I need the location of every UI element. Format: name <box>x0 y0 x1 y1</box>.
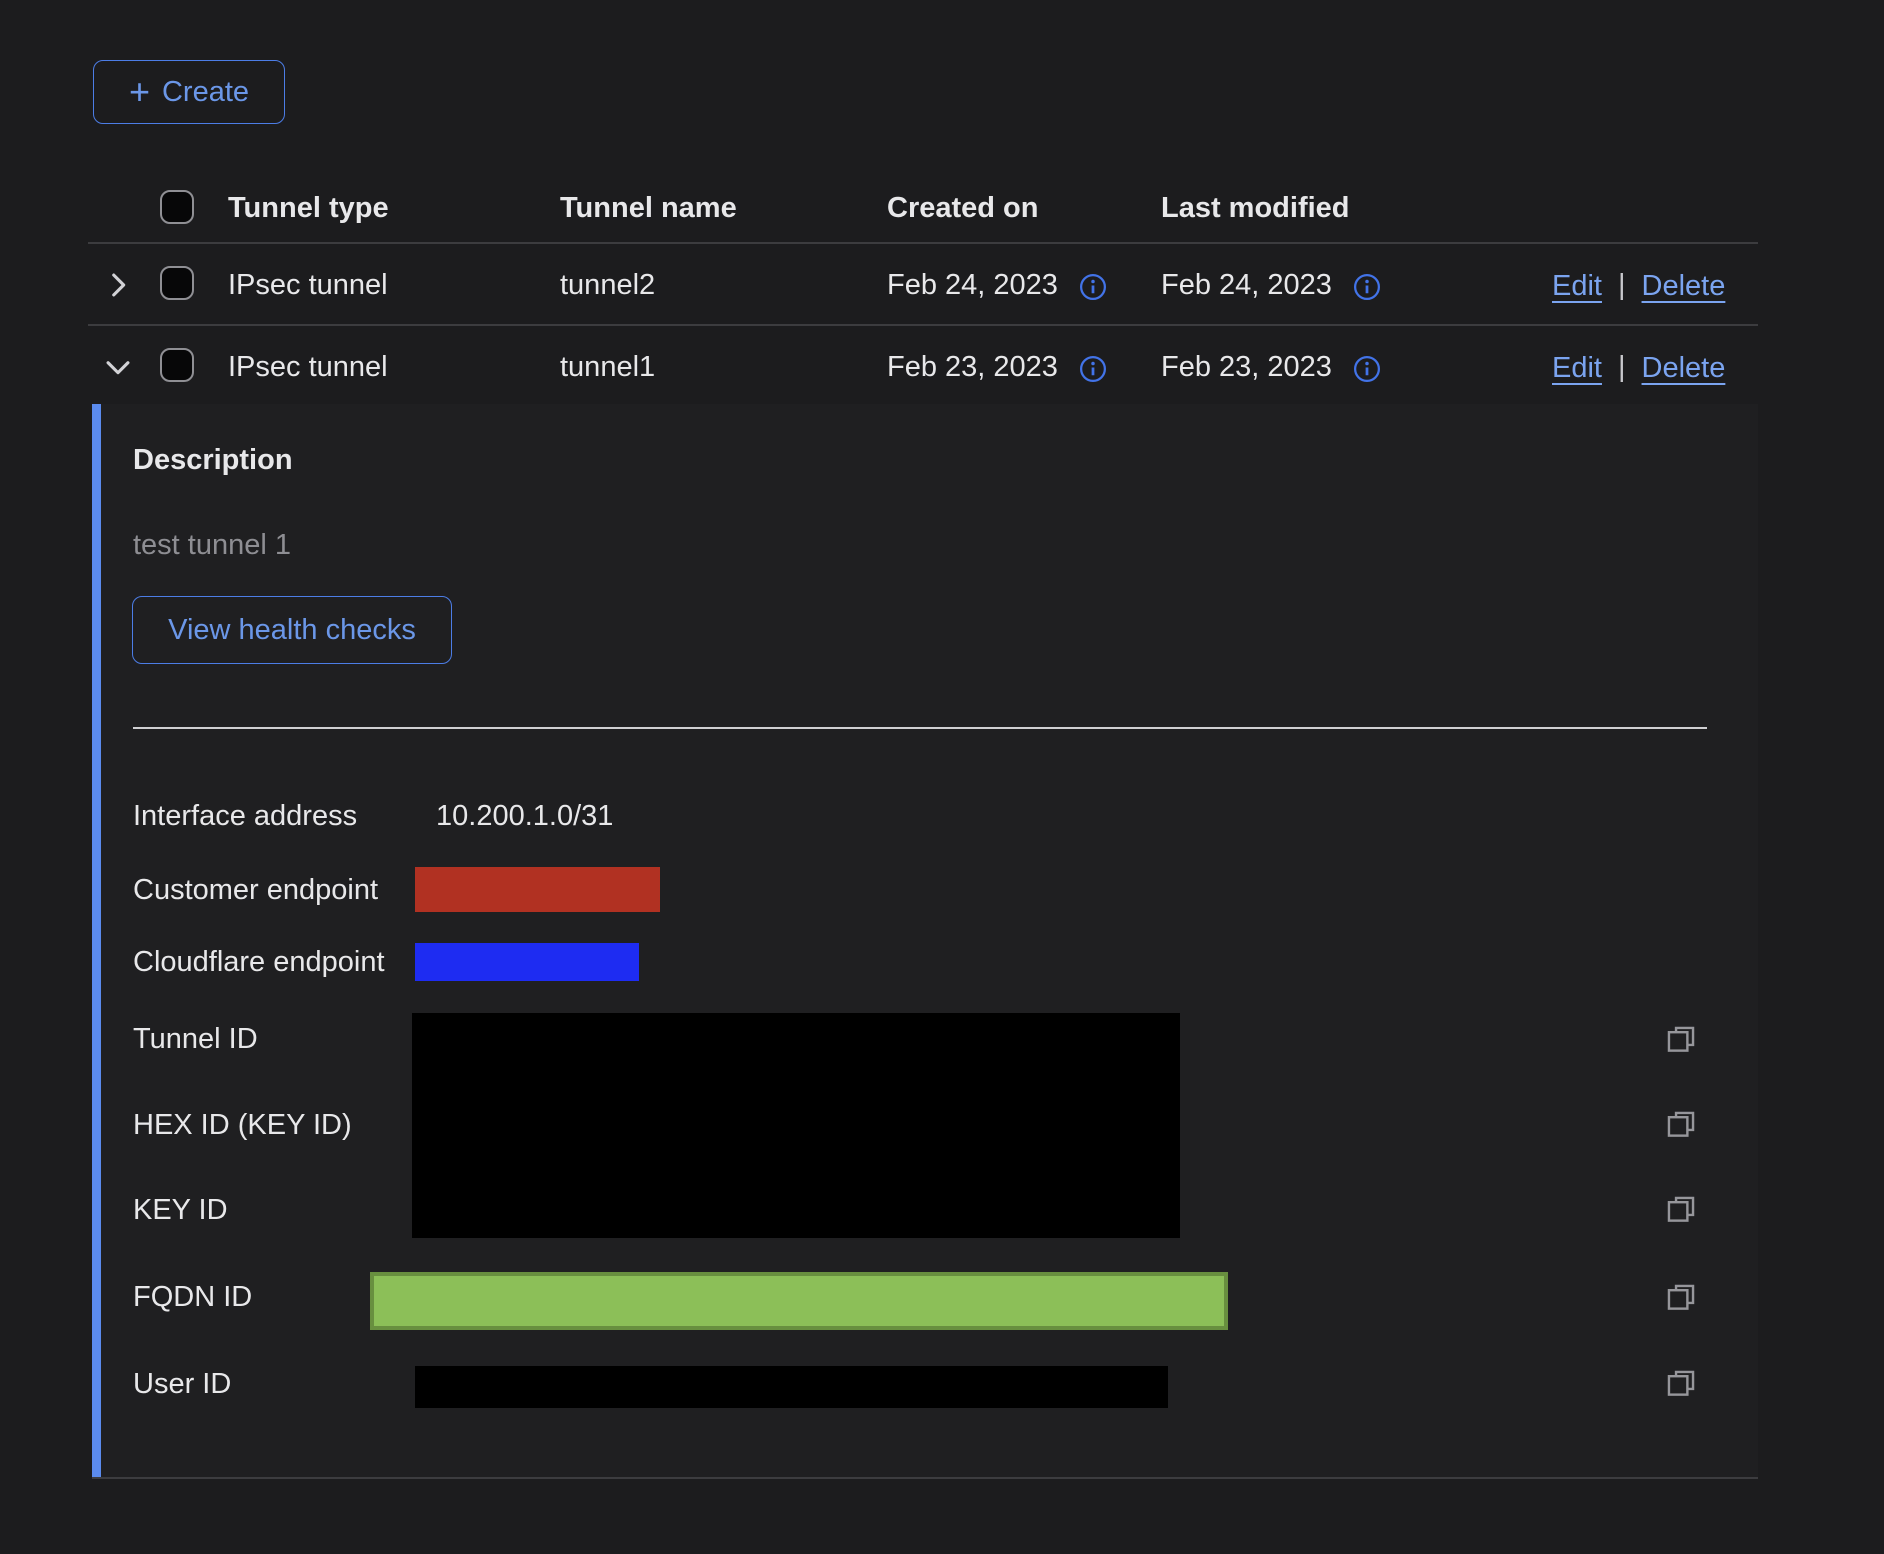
header-divider <box>88 242 1758 244</box>
delete-link[interactable]: Delete <box>1642 352 1726 384</box>
description-value: test tunnel 1 <box>133 529 291 561</box>
delete-link[interactable]: Delete <box>1642 270 1726 302</box>
row-checkbox[interactable] <box>160 266 194 300</box>
tunnel-type-cell: IPsec tunnel <box>228 351 388 383</box>
created-info-icon[interactable] <box>1078 354 1108 384</box>
collapse-chevron-down-icon[interactable] <box>101 350 135 384</box>
create-button-label: Create <box>162 76 249 109</box>
user-id-redaction <box>415 1366 1168 1408</box>
created-info-icon[interactable] <box>1078 272 1108 302</box>
modified-info-icon[interactable] <box>1352 354 1382 384</box>
tunnel-type-cell: IPsec tunnel <box>228 269 388 301</box>
created-on-cell: Feb 23, 2023 <box>887 351 1058 383</box>
edit-link[interactable]: Edit <box>1552 352 1602 384</box>
field-label-fqdn-id: FQDN ID <box>133 1281 252 1313</box>
customer-endpoint-redaction <box>415 867 660 912</box>
column-header-last-modified: Last modified <box>1161 192 1350 224</box>
expanded-row-accent-bar <box>92 404 101 1478</box>
tunnel-name-cell: tunnel2 <box>560 269 655 301</box>
tunnel-hex-key-id-redaction <box>412 1013 1180 1238</box>
copy-tunnel-id-icon[interactable] <box>1664 1023 1698 1057</box>
field-label-key-id: KEY ID <box>133 1194 228 1226</box>
field-label-tunnel-id: Tunnel ID <box>133 1023 258 1055</box>
copy-hex-id-icon[interactable] <box>1664 1108 1698 1142</box>
link-separator: | <box>1618 351 1626 384</box>
field-value-interface-address: 10.200.1.0/31 <box>436 800 613 832</box>
column-header-created-on: Created on <box>887 192 1038 224</box>
copy-user-id-icon[interactable] <box>1664 1367 1698 1401</box>
select-all-checkbox[interactable] <box>160 190 194 224</box>
row-divider <box>88 324 1758 326</box>
copy-fqdn-id-icon[interactable] <box>1664 1281 1698 1315</box>
cloudflare-endpoint-redaction <box>415 943 639 981</box>
last-modified-cell: Feb 24, 2023 <box>1161 269 1332 301</box>
created-on-cell: Feb 24, 2023 <box>887 269 1058 301</box>
field-label-interface-address: Interface address <box>133 800 357 832</box>
row-checkbox[interactable] <box>160 348 194 382</box>
link-separator: | <box>1618 269 1626 302</box>
view-health-checks-label: View health checks <box>168 614 416 647</box>
field-label-cloudflare-endpoint: Cloudflare endpoint <box>133 946 385 978</box>
field-label-hex-id: HEX ID (KEY ID) <box>133 1109 352 1141</box>
column-header-tunnel-type: Tunnel type <box>228 192 389 224</box>
panel-divider <box>133 727 1707 729</box>
expanded-row-bottom-divider <box>92 1477 1758 1479</box>
create-button[interactable]: + Create <box>93 60 285 124</box>
edit-link[interactable]: Edit <box>1552 270 1602 302</box>
view-health-checks-button[interactable]: View health checks <box>132 596 452 664</box>
tunnel-name-cell: tunnel1 <box>560 351 655 383</box>
expand-chevron-right-icon[interactable] <box>101 268 135 302</box>
copy-key-id-icon[interactable] <box>1664 1193 1698 1227</box>
last-modified-cell: Feb 23, 2023 <box>1161 351 1332 383</box>
plus-icon: + <box>129 77 150 107</box>
fqdn-id-redaction <box>370 1272 1228 1330</box>
column-header-tunnel-name: Tunnel name <box>560 192 737 224</box>
description-label: Description <box>133 444 293 476</box>
modified-info-icon[interactable] <box>1352 272 1382 302</box>
field-label-user-id: User ID <box>133 1368 231 1400</box>
field-label-customer-endpoint: Customer endpoint <box>133 874 378 906</box>
